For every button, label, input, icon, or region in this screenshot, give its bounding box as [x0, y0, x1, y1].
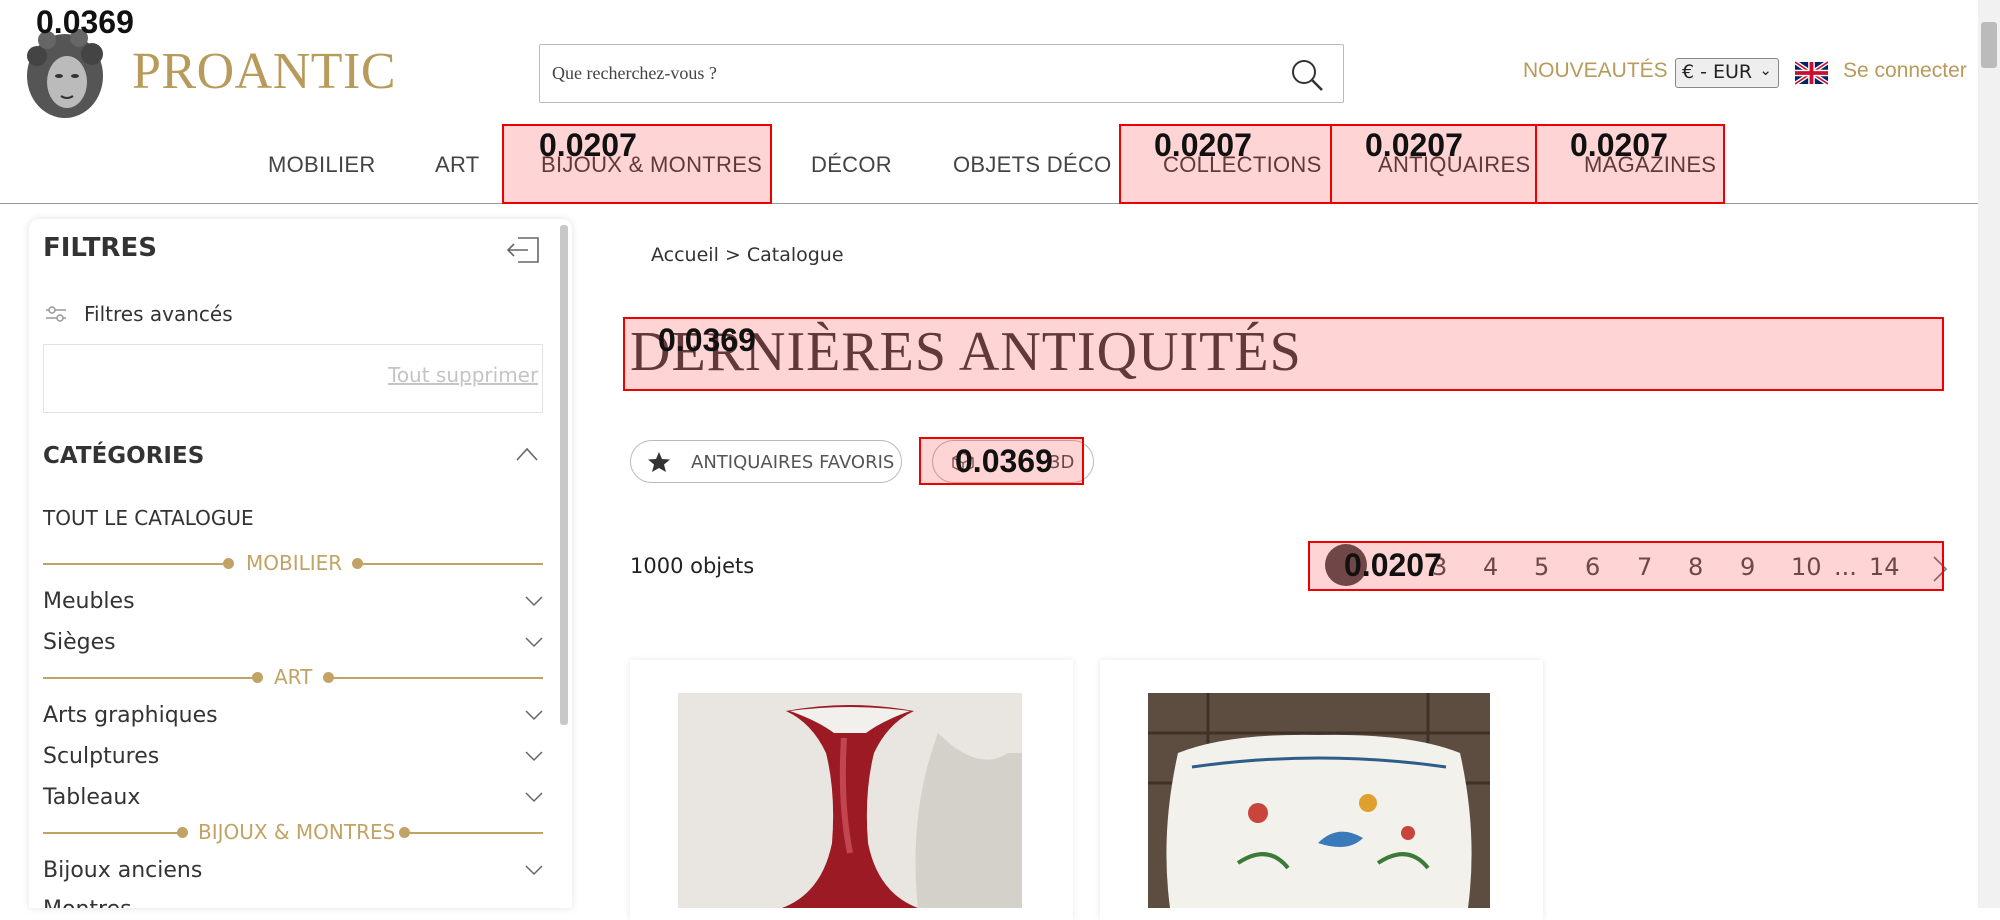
category-meubles[interactable]: Meubles [43, 589, 543, 614]
nouveautes-link[interactable]: NOUVEAUTÉS [1523, 59, 1668, 83]
category-sculptures[interactable]: Sculptures [43, 744, 543, 769]
category-arts-graphiques[interactable]: Arts graphiques [43, 703, 543, 728]
nav-mobilier[interactable]: MOBILIER [268, 152, 376, 178]
category-bijoux-anciens[interactable]: Bijoux anciens [43, 858, 543, 883]
chevron-down-icon: ⌄ [1759, 61, 1772, 79]
logo-text[interactable]: PROANTIC [132, 42, 396, 101]
results-count: 1000 objets [630, 554, 755, 578]
favorite-dealers-button[interactable]: ANTIQUAIRES FAVORIS [630, 440, 902, 483]
search-icon[interactable] [1289, 57, 1325, 93]
overlay-box-heading [623, 317, 1944, 391]
overlay-score-pagination: 0.0207 [1344, 547, 1442, 583]
chevron-down-icon [525, 751, 543, 762]
sliders-icon [44, 304, 68, 324]
search-input[interactable] [550, 55, 1250, 91]
group-label-art: ART [274, 665, 313, 689]
advanced-filters-link[interactable]: Filtres avancés [84, 302, 233, 326]
filters-title: FILTRES [43, 233, 157, 263]
currency-select[interactable]: € - EUR ⌄ [1675, 58, 1779, 88]
chevron-down-icon [525, 865, 543, 876]
category-tableaux[interactable]: Tableaux [43, 785, 543, 810]
chevron-up-icon[interactable] [516, 446, 538, 461]
overlay-score-logo: 0.0369 [36, 4, 134, 40]
favorite-dealers-label: ANTIQUAIRES FAVORIS [691, 452, 895, 473]
chevron-down-icon [525, 710, 543, 721]
sidebar-scrollbar[interactable] [560, 225, 568, 725]
category-sieges[interactable]: Sièges [43, 630, 543, 655]
nav-art[interactable]: ART [435, 152, 480, 178]
product-image-faience-plate[interactable] [1148, 693, 1490, 908]
chevron-down-icon [525, 637, 543, 648]
category-label: Bijoux anciens [43, 858, 203, 883]
clear-all-link[interactable]: Tout supprimer [388, 363, 538, 387]
overlay-score-nav-magazines: 0.0207 [1570, 127, 1668, 163]
group-divider-art: ART [43, 665, 543, 689]
overlay-score-heading: 0.0369 [658, 322, 756, 358]
product-image-vase[interactable] [678, 693, 1022, 908]
categories-title: CATÉGORIES [43, 443, 205, 469]
overlay-score-nav-antiquaires: 0.0207 [1365, 127, 1463, 163]
uk-flag-icon[interactable] [1793, 60, 1830, 86]
category-montres[interactable]: Montres [43, 897, 543, 908]
nav-decor[interactable]: DÉCOR [811, 152, 892, 178]
group-divider-bijoux: BIJOUX & MONTRES [43, 820, 543, 844]
page-scrollbar-thumb[interactable] [1981, 22, 1997, 68]
group-label-bijoux: BIJOUX & MONTRES [198, 820, 396, 844]
breadcrumb[interactable]: Accueil > Catalogue [651, 244, 844, 266]
all-catalogue-link[interactable]: TOUT LE CATALOGUE [43, 506, 254, 530]
category-label: Montres [43, 897, 132, 908]
category-label: Sculptures [43, 744, 160, 769]
search-box[interactable] [539, 44, 1344, 103]
chevron-down-icon [525, 792, 543, 803]
group-label-mobilier: MOBILIER [246, 551, 343, 575]
collapse-panel-icon[interactable] [506, 236, 540, 264]
category-label: Meubles [43, 589, 135, 614]
overlay-score-3d-button: 0.0369 [955, 443, 1053, 479]
login-link[interactable]: Se connecter [1843, 59, 1967, 83]
category-label: Sièges [43, 630, 116, 655]
category-label: Arts graphiques [43, 703, 218, 728]
star-icon [648, 452, 670, 472]
page-scrollbar[interactable] [1978, 0, 2000, 908]
currency-value: € - EUR [1682, 61, 1753, 83]
chevron-down-icon [525, 596, 543, 607]
group-divider-mobilier: MOBILIER [43, 551, 543, 575]
overlay-score-nav-collections: 0.0207 [1154, 127, 1252, 163]
overlay-score-nav-bijoux: 0.0207 [539, 127, 637, 163]
nav-objets-deco[interactable]: OBJETS DÉCO [953, 152, 1112, 178]
category-label: Tableaux [43, 785, 141, 810]
